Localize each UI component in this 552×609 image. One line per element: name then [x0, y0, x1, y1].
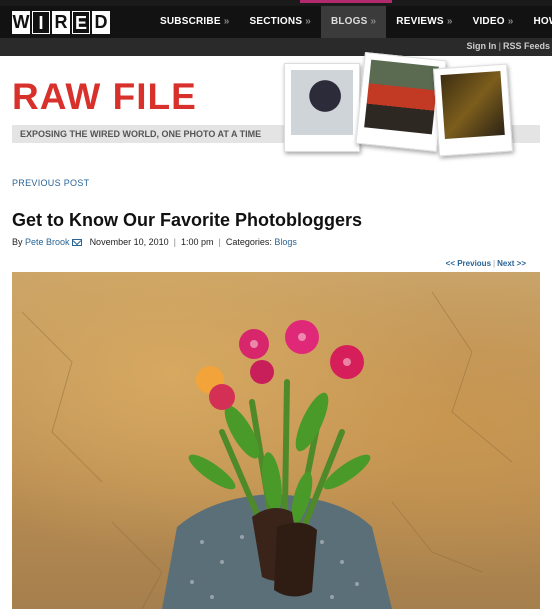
photo-thumbnail — [364, 59, 439, 135]
header-polaroid-photo — [433, 63, 513, 157]
chevron-right-icon: » — [370, 16, 377, 27]
previous-link[interactable]: << Previous — [446, 259, 491, 268]
chevron-right-icon: » — [507, 16, 514, 27]
divider: | — [173, 237, 176, 247]
nav-subscribe[interactable]: SUBSCRIBE» — [150, 6, 239, 38]
photo-thumbnail — [440, 70, 505, 140]
blog-tagline: EXPOSING THE WIRED WORLD, ONE PHOTO AT A… — [20, 129, 262, 139]
nav-sections[interactable]: SECTIONS» — [239, 6, 320, 38]
logo-letter: E — [72, 11, 90, 34]
site-nav: W I R E D SUBSCRIBE» SECTIONS» BLOGS» RE… — [0, 6, 552, 38]
nav-blogs[interactable]: BLOGS» — [320, 6, 387, 38]
divider: | — [218, 237, 221, 247]
nav-reviews[interactable]: REVIEWS» — [386, 6, 462, 38]
sign-in-link[interactable]: Sign In — [466, 41, 496, 51]
nav-label: SUBSCRIBE — [160, 16, 221, 27]
post-title: Get to Know Our Favorite Photobloggers — [12, 210, 363, 230]
blog-title[interactable]: RAW FILE — [12, 77, 197, 117]
logo-letter: D — [92, 11, 110, 34]
chevron-right-icon: » — [446, 16, 453, 27]
nav-label: REVIEWS — [396, 16, 444, 27]
category-link[interactable]: Blogs — [274, 236, 297, 248]
post-main-photo[interactable] — [12, 272, 540, 609]
header-polaroid-photo — [355, 51, 447, 153]
post-byline: By Pete Brook November 10, 2010 | 1:00 pm… — [12, 236, 297, 248]
next-link[interactable]: Next >> — [497, 259, 526, 268]
divider: | — [493, 259, 496, 268]
flowers-photo-illustration — [21, 291, 513, 609]
nav-label: HOW-T — [533, 16, 552, 27]
categories-label: Categories: — [225, 237, 272, 247]
top-accent — [300, 0, 392, 3]
logo-letter: R — [52, 11, 70, 34]
wired-logo[interactable]: W I R E D — [12, 11, 110, 34]
by-label: By — [12, 237, 23, 247]
post-time: 1:00 pm — [180, 237, 214, 247]
chevron-right-icon: » — [223, 16, 230, 27]
main-menu: SUBSCRIBE» SECTIONS» BLOGS» REVIEWS» VID… — [150, 6, 552, 38]
post-date: November 10, 2010 — [89, 237, 169, 247]
rss-feeds-link[interactable]: RSS Feeds — [503, 41, 550, 51]
author-link[interactable]: Pete Brook — [25, 236, 70, 248]
chevron-right-icon: » — [305, 16, 311, 27]
envelope-icon[interactable] — [71, 238, 82, 246]
nav-video[interactable]: VIDEO» — [463, 6, 524, 38]
utility-bar: Sign In | RSS Feeds — [0, 38, 552, 56]
divider: | — [498, 41, 501, 51]
nav-label: SECTIONS — [249, 16, 303, 27]
nav-label: VIDEO — [472, 16, 505, 27]
nav-how-to[interactable]: HOW-T — [523, 6, 552, 38]
photo-thumbnail — [291, 70, 353, 135]
previous-post-link[interactable]: PREVIOUS POST — [12, 178, 89, 188]
logo-letter: W — [12, 11, 30, 34]
gallery-pager: << Previous | Next >> — [446, 259, 526, 268]
header-polaroid-photo — [284, 63, 360, 152]
logo-letter: I — [32, 11, 50, 34]
nav-label: BLOGS — [330, 16, 368, 27]
